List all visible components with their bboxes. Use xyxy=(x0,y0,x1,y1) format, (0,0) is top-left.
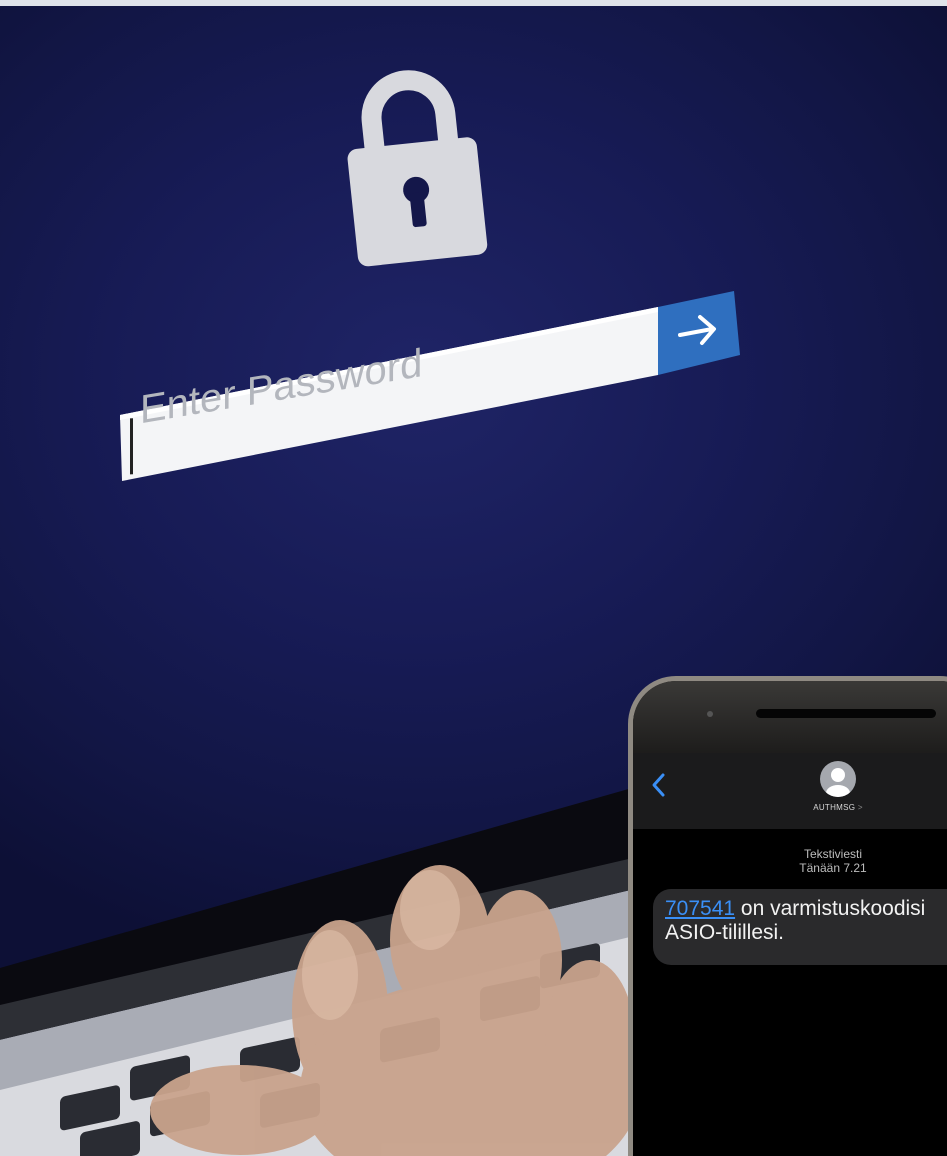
sender-label: AUTHMSG xyxy=(813,803,856,812)
screen-frame-edge xyxy=(0,0,947,6)
chevron-left-icon[interactable] xyxy=(649,771,669,799)
message-text-line2: ASIO-tilillesi. xyxy=(665,921,785,944)
padlock-icon xyxy=(327,48,498,273)
phone: AUTHMSG > Tekstiviesti Tänään 7.21 70754… xyxy=(628,676,947,1156)
phone-bezel xyxy=(633,681,947,757)
message-thread: Tekstiviesti Tänään 7.21 707541 on varmi… xyxy=(633,829,947,1156)
message-bubble: 707541 on varmistuskoodisi ASIO-tililles… xyxy=(653,889,947,965)
sender-name[interactable]: AUTHMSG > xyxy=(783,803,893,812)
message-header: AUTHMSG > xyxy=(633,753,947,829)
arrow-right-icon xyxy=(678,315,716,345)
message-type-label: Tekstiviesti xyxy=(803,847,862,861)
avatar[interactable] xyxy=(820,761,856,797)
submit-button[interactable] xyxy=(660,295,736,365)
message-text-line1: on varmistuskoodisi xyxy=(740,897,926,920)
sender-chevron: > xyxy=(857,803,863,812)
person-icon xyxy=(826,768,850,797)
scene: AUTHMSG > Tekstiviesti Tänään 7.21 70754… xyxy=(0,0,947,1156)
earpiece-speaker xyxy=(756,709,936,718)
verification-code-link[interactable]: 707541 xyxy=(665,897,735,920)
front-camera xyxy=(707,711,713,717)
message-timestamp: Tänään 7.21 xyxy=(799,861,867,875)
